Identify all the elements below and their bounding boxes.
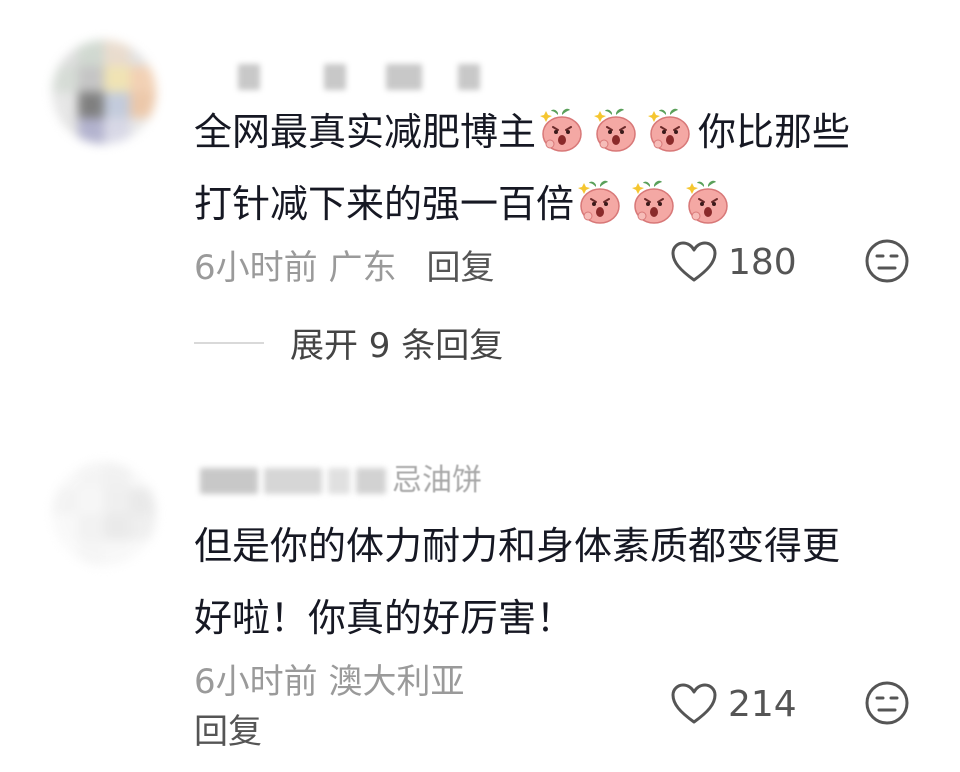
comment-text-line1-tail: 你比那些	[698, 110, 851, 154]
avatar[interactable]	[52, 462, 156, 566]
unamused-face-icon[interactable]	[864, 680, 910, 726]
like-button[interactable]: 214	[670, 682, 797, 726]
reply-button[interactable]: 回复	[194, 704, 262, 753]
unamused-face-icon[interactable]	[864, 238, 910, 284]
comment-text-line1: 但是你的体力耐力和身体素质都变得更	[194, 524, 841, 568]
username-redacted[interactable]	[238, 62, 480, 92]
time-location: 6小时前 广东	[194, 248, 397, 288]
comment-text-line2: 好啦！你真的好厉害！	[194, 596, 575, 640]
username-visible-part: 忌油饼	[392, 463, 482, 498]
angry-peach-emoji	[628, 179, 678, 225]
like-count: 180	[728, 241, 797, 283]
angry-peach-emoji	[574, 179, 624, 225]
username-redacted[interactable]: 忌油饼	[200, 466, 482, 496]
reply-button[interactable]: 回复	[426, 248, 494, 288]
angry-peach-emoji	[536, 107, 586, 153]
heart-outline-icon	[671, 683, 717, 724]
heart-outline-icon	[671, 241, 717, 282]
comment-text-line1: 全网最真实减肥博主	[194, 110, 537, 154]
avatar[interactable]	[52, 40, 156, 144]
comment-meta: 6小时前 广东 回复	[194, 240, 494, 289]
expand-replies-button[interactable]: 展开 9 条回复	[194, 318, 503, 367]
comment-text-line2: 打针减下来的强一百倍	[194, 182, 575, 226]
like-button[interactable]: 180	[670, 240, 797, 284]
angry-peach-emoji	[644, 107, 694, 153]
angry-peach-emoji	[590, 107, 640, 153]
time-location: 6小时前 澳大利亚	[194, 662, 465, 702]
comment-text: 但是你的体力耐力和身体素质都变得更 好啦！你真的好厉害！	[194, 510, 840, 654]
angry-peach-emoji	[682, 179, 732, 225]
comment-text: 全网最真实减肥博主 你比那些 打针减下来的强一百倍	[194, 96, 850, 240]
like-count: 214	[728, 683, 797, 725]
divider-line	[194, 341, 264, 344]
expand-replies-label: 展开 9 条回复	[290, 326, 504, 366]
